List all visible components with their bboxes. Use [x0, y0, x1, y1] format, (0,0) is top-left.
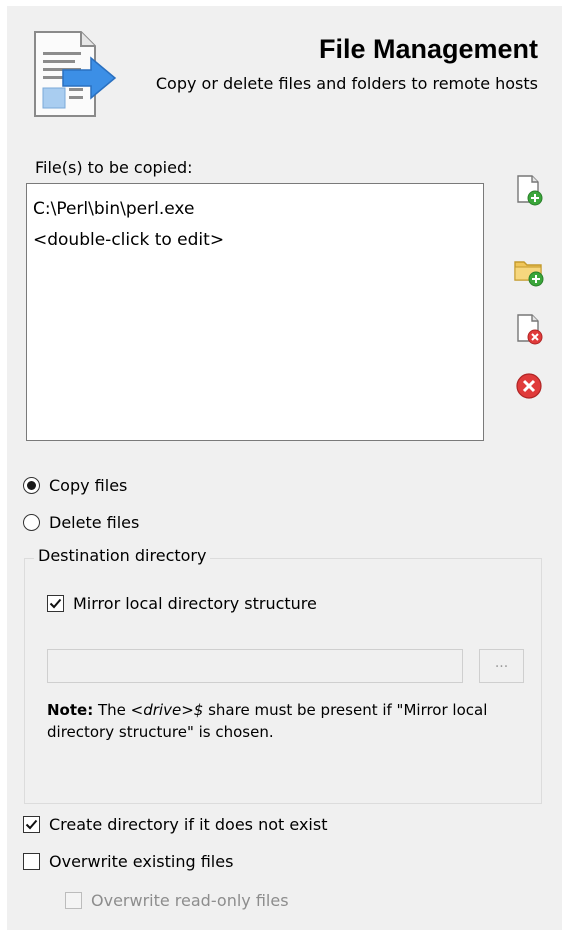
checkbox-disabled[interactable] [65, 892, 82, 909]
page-title: File Management [318, 34, 538, 64]
delete-files-label: Delete files [49, 513, 140, 532]
note-text: The [97, 701, 126, 719]
checkbox-checked[interactable] [23, 816, 40, 833]
radio-unselected[interactable] [23, 514, 40, 531]
create-directory-label: Create directory if it does not exist [49, 815, 328, 834]
list-item[interactable]: C:\Perl\bin\perl.exe [33, 194, 483, 225]
page-subtitle: Copy or delete files and folders to remo… [155, 74, 538, 93]
add-file-icon [511, 175, 547, 212]
browse-button[interactable]: ... [479, 649, 524, 683]
copy-files-radio[interactable]: Copy files [23, 476, 127, 495]
delete-files-radio[interactable]: Delete files [23, 513, 139, 532]
remove-file-icon [511, 314, 547, 351]
mirror-structure-label: Mirror local directory structure [73, 594, 317, 613]
radio-selected[interactable] [23, 477, 40, 494]
file-management-panel: File Management Copy or delete files and… [7, 6, 562, 930]
files-label: File(s) to be copied: [35, 158, 193, 177]
overwrite-readonly-label: Overwrite read-only files [91, 891, 289, 910]
checkbox-checked[interactable] [47, 595, 64, 612]
overwrite-files-checkbox[interactable]: Overwrite existing files [23, 852, 233, 871]
destination-group-label: Destination directory [34, 546, 211, 565]
list-item[interactable]: <double-click to edit> [33, 225, 483, 256]
mirror-note: Note: The <drive>$ share must be present… [47, 699, 517, 743]
note-label: Note: [47, 701, 94, 719]
overwrite-files-label: Overwrite existing files [49, 852, 234, 871]
remove-file-button[interactable] [511, 311, 547, 347]
mirror-structure-checkbox[interactable]: Mirror local directory structure [47, 594, 317, 613]
remove-all-icon [511, 373, 547, 408]
add-folder-button[interactable] [511, 252, 547, 288]
overwrite-readonly-checkbox[interactable]: Overwrite read-only files [65, 891, 289, 910]
remove-all-button[interactable] [511, 368, 547, 404]
file-list[interactable]: C:\Perl\bin\perl.exe <double-click to ed… [26, 183, 484, 441]
add-file-button[interactable] [511, 172, 547, 208]
file-transfer-icon [29, 26, 121, 122]
destination-path-input[interactable] [47, 649, 463, 683]
add-folder-icon [511, 261, 547, 292]
note-drive-share: <drive>$ [130, 701, 204, 719]
copy-files-label: Copy files [49, 476, 128, 495]
create-directory-checkbox[interactable]: Create directory if it does not exist [23, 815, 327, 834]
checkbox-unchecked[interactable] [23, 853, 40, 870]
